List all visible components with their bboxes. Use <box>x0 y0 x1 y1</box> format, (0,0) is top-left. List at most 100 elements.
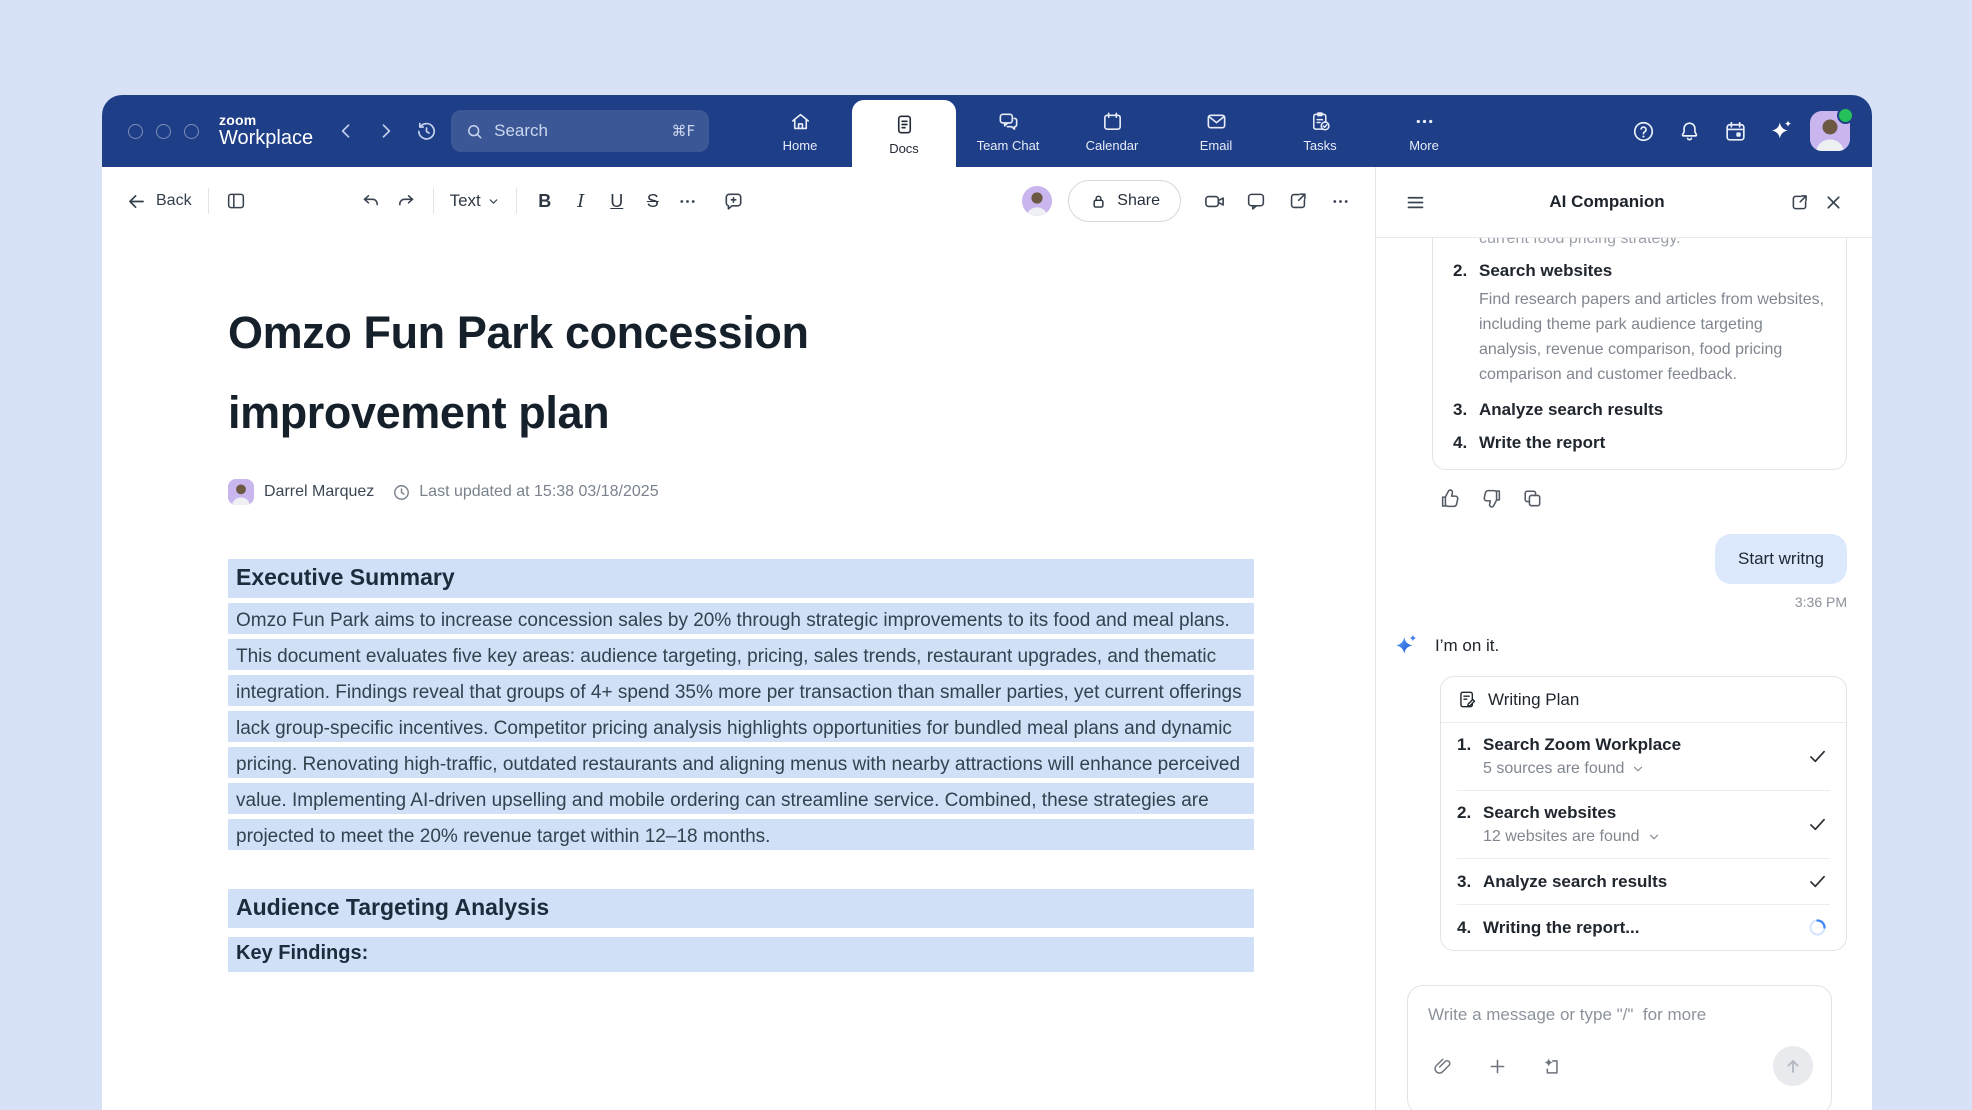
last-updated-text: Last updated at 15:38 03/18/2025 <box>419 483 658 501</box>
step-number: 4. <box>1453 433 1479 453</box>
nav-forward-button[interactable] <box>369 114 403 148</box>
document-canvas[interactable]: Omzo Fun Park concession improvement pla… <box>102 235 1375 1110</box>
tab-more[interactable]: More <box>1372 95 1476 167</box>
toggle-sidebar-button[interactable] <box>219 184 253 218</box>
tab-tasks[interactable]: Tasks <box>1268 95 1372 167</box>
email-icon <box>1205 110 1228 133</box>
close-panel-button[interactable] <box>1816 185 1850 219</box>
menu-button[interactable] <box>1398 185 1432 219</box>
calendar-icon <box>1101 110 1124 133</box>
tab-email[interactable]: Email <box>1164 95 1268 167</box>
logo-zoom: zoom <box>219 113 313 128</box>
window-minimize-button[interactable] <box>156 124 171 139</box>
home-icon <box>789 110 812 133</box>
section-heading-executive-summary[interactable]: Executive Summary <box>228 559 1254 598</box>
add-content-button[interactable] <box>1480 1049 1514 1083</box>
video-camera-icon <box>1203 190 1226 213</box>
more-options-button[interactable] <box>1323 184 1357 218</box>
tab-home[interactable]: Home <box>748 95 852 167</box>
add-comment-button[interactable] <box>717 184 751 218</box>
history-icon <box>415 120 438 143</box>
previous-plan-card: current food pricing strategy. 2. Search… <box>1432 238 1847 470</box>
composer-input[interactable] <box>1426 1004 1817 1026</box>
insert-to-doc-button[interactable] <box>1534 1049 1568 1083</box>
clipped-plan-text: current food pricing strategy. <box>1453 238 1826 248</box>
top-bar: zoom Workplace Search ⌘F Home <box>102 95 1872 167</box>
undo-button[interactable] <box>355 184 389 218</box>
ai-companion-button[interactable] <box>1764 114 1798 148</box>
window-close-button[interactable] <box>128 124 143 139</box>
writing-plan-card: Writing Plan 1. Search Zoom Workplace 5 … <box>1440 676 1847 951</box>
redo-button[interactable] <box>389 184 423 218</box>
window-zoom-button[interactable] <box>184 124 199 139</box>
collaborator-avatar[interactable] <box>1022 186 1052 216</box>
send-message-button[interactable] <box>1773 1046 1813 1086</box>
copy-button[interactable] <box>1520 486 1544 510</box>
open-in-new-window-button[interactable] <box>1281 184 1315 218</box>
back-button[interactable]: Back <box>120 190 198 213</box>
notifications-button[interactable] <box>1672 114 1706 148</box>
arrow-left-icon <box>126 191 147 212</box>
chevron-right-icon <box>376 121 396 141</box>
back-label: Back <box>156 192 192 210</box>
bold-button[interactable]: B <box>527 183 563 219</box>
step-detail[interactable]: 5 sources are found <box>1483 760 1795 778</box>
key-findings-heading[interactable]: Key Findings: <box>228 937 1254 972</box>
attach-file-button[interactable] <box>1426 1049 1460 1083</box>
strikethrough-button[interactable]: S <box>635 183 671 219</box>
tab-docs[interactable]: Docs <box>852 100 956 167</box>
tab-label: Tasks <box>1303 138 1336 153</box>
chat-bubble-icon <box>1245 190 1267 212</box>
section-heading-audience-targeting[interactable]: Audience Targeting Analysis <box>228 889 1254 928</box>
tab-calendar[interactable]: Calendar <box>1060 95 1164 167</box>
window-controls <box>128 124 199 139</box>
zoom-workplace-logo: zoom Workplace <box>219 113 313 150</box>
tab-label: More <box>1409 138 1439 153</box>
step-done-check-icon <box>1807 746 1828 767</box>
lock-icon <box>1089 192 1108 211</box>
step-title: Analyze search results <box>1479 400 1663 419</box>
top-bar-right <box>1626 111 1872 151</box>
history-button[interactable] <box>409 114 443 148</box>
document-title[interactable]: Omzo Fun Park concession improvement pla… <box>228 293 1048 453</box>
underline-button[interactable]: U <box>599 183 635 219</box>
tab-team-chat[interactable]: Team Chat <box>956 95 1060 167</box>
message-composer[interactable] <box>1407 985 1832 1110</box>
chat-button[interactable] <box>1239 184 1273 218</box>
pop-out-button[interactable] <box>1782 185 1816 219</box>
step-done-check-icon <box>1807 814 1828 835</box>
clock-icon <box>392 483 411 502</box>
writing-plan-step-2: 2. Search websites 12 websites are found <box>1441 791 1846 858</box>
divider <box>433 188 434 214</box>
user-avatar[interactable] <box>1810 111 1850 151</box>
step-detail[interactable]: 12 websites are found <box>1483 828 1795 846</box>
chevron-down-icon <box>1631 762 1645 776</box>
thumbs-up-button[interactable] <box>1438 486 1462 510</box>
ai-conversation[interactable]: current food pricing strategy. 2. Search… <box>1376 238 1872 1110</box>
thumbs-down-button[interactable] <box>1479 486 1503 510</box>
share-button[interactable]: Share <box>1068 180 1181 222</box>
writing-plan-step-1: 1. Search Zoom Workplace 5 sources are f… <box>1441 723 1846 790</box>
writing-plan-step-4: 4. Writing the report... <box>1441 905 1846 950</box>
search-input[interactable]: Search ⌘F <box>451 110 709 152</box>
more-formatting-button[interactable] <box>671 184 705 218</box>
ai-companion-panel: AI Companion current food pricing strate… <box>1375 167 1872 1110</box>
search-icon <box>465 122 484 141</box>
chevron-down-icon <box>1647 830 1661 844</box>
nav-back-button[interactable] <box>329 114 363 148</box>
writing-plan-title: Writing Plan <box>1488 690 1579 710</box>
panel-toggle-icon <box>225 190 247 212</box>
schedule-button[interactable] <box>1718 114 1752 148</box>
document-content[interactable]: Executive Summary Omzo Fun Park aims to … <box>228 559 1254 972</box>
italic-button[interactable]: I <box>563 183 599 219</box>
start-meeting-button[interactable] <box>1197 184 1231 218</box>
thumbs-down-icon <box>1480 487 1503 510</box>
text-style-dropdown[interactable]: Text <box>444 190 506 212</box>
help-button[interactable] <box>1626 114 1660 148</box>
executive-summary-paragraph[interactable]: Omzo Fun Park aims to increase concessio… <box>228 603 1254 855</box>
paperclip-icon <box>1433 1056 1454 1077</box>
step-detail-text: 5 sources are found <box>1483 760 1624 778</box>
step-number: 2. <box>1457 803 1483 823</box>
plan-step: 3. Analyze search results <box>1453 400 1826 420</box>
step-number: 2. <box>1453 261 1479 387</box>
